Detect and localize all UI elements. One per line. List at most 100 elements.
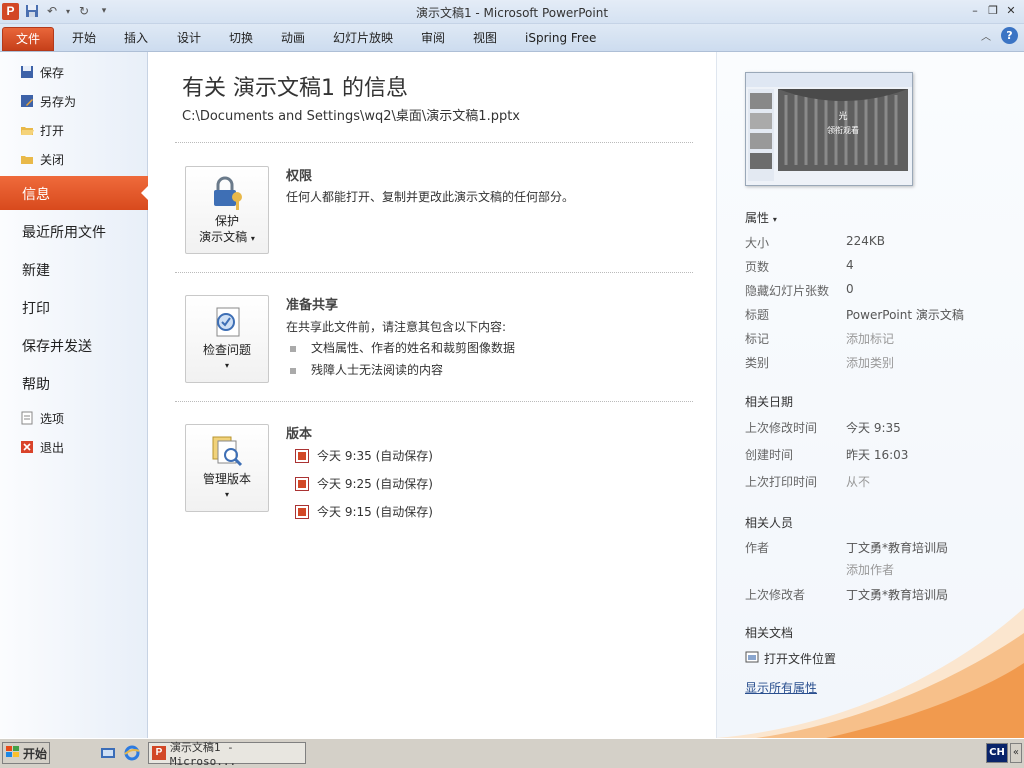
tab-transitions[interactable]: 切换	[223, 27, 259, 51]
divider	[175, 142, 693, 143]
nav-options[interactable]: 选项	[20, 407, 64, 429]
slide-thumbnail[interactable]: 光 领衔观看	[745, 72, 913, 186]
prop-key-last-modified-by: 上次修改者	[745, 588, 806, 602]
internet-explorer-icon[interactable]	[124, 745, 140, 761]
backstage-nav: 保存 另存为 打开 关闭 信息 最近所用文件 新建 打印 保存并发送 帮助 选项…	[0, 52, 149, 738]
related-documents-header: 相关文档	[745, 626, 794, 640]
prepare-bullet: 文档属性、作者的姓名和裁剪图像数据	[290, 339, 515, 356]
window-controls: – ❐ ✕	[968, 2, 1018, 18]
versions-title: 版本	[286, 427, 313, 442]
minimize-icon[interactable]: –	[968, 2, 982, 18]
version-label: 今天 9:15 (自动保存)	[317, 505, 433, 519]
windows-taskbar: 开始 P 演示文稿1 - Microso... CH «	[0, 738, 1024, 768]
check-issues-label: 检查问题	[202, 343, 251, 357]
nav-open[interactable]: 打开	[20, 119, 64, 141]
divider	[175, 272, 693, 273]
prop-value-created: 昨天 16:03	[846, 448, 909, 462]
info-main-panel: 有关 演示文稿1 的信息 C:\Documents and Settings\w…	[149, 52, 716, 738]
prop-key-author: 作者	[745, 541, 770, 555]
nav-help[interactable]: 帮助	[22, 374, 50, 394]
prop-key-modified: 上次修改时间	[745, 421, 818, 435]
close-folder-icon	[20, 152, 34, 166]
add-category-field[interactable]: 添加类别	[846, 354, 894, 371]
related-dates-header: 相关日期	[745, 395, 794, 409]
open-file-location-link[interactable]: 打开文件位置	[745, 650, 836, 667]
tab-home[interactable]: 开始	[66, 27, 102, 51]
help-icon[interactable]: ?	[1001, 27, 1018, 44]
title-bar: P ↶ ▾ ↻ ▾ 演示文稿1 - Microsoft PowerPoint –…	[0, 0, 1024, 24]
show-all-properties-link[interactable]: 显示所有属性	[745, 679, 817, 696]
minimize-ribbon-icon[interactable]: ︿	[981, 28, 991, 43]
version-item[interactable]: 今天 9:15 (自动保存)	[295, 503, 433, 520]
protect-label-1: 保护	[214, 214, 239, 228]
nav-open-label: 打开	[40, 123, 65, 138]
thumbnail-subtitle: 领衔观看	[827, 125, 859, 135]
prop-key-created: 创建时间	[745, 448, 794, 462]
prop-value-title[interactable]: PowerPoint 演示文稿	[846, 306, 964, 323]
show-desktop-icon[interactable]	[100, 745, 116, 761]
dropdown-arrow-icon: ▾	[250, 234, 255, 243]
tab-design[interactable]: 设计	[171, 27, 207, 51]
manage-versions-button[interactable]: 管理版本 ▾	[185, 424, 269, 512]
nav-info-label: 信息	[22, 187, 50, 203]
nav-options-label: 选项	[40, 411, 65, 426]
prepare-desc: 在共享此文件前，请注意其包含以下内容:	[286, 320, 507, 334]
tab-animations[interactable]: 动画	[275, 27, 311, 51]
prop-key-pages: 页数	[745, 260, 770, 274]
related-people-header: 相关人员	[745, 516, 794, 530]
nav-save-as-label: 另存为	[40, 94, 77, 109]
prop-value-modified: 今天 9:35	[846, 421, 901, 435]
prop-key-tags: 标记	[745, 332, 770, 346]
file-path: C:\Documents and Settings\wq2\桌面\演示文稿1.p…	[182, 109, 520, 124]
nav-save[interactable]: 保存	[20, 61, 64, 83]
lock-key-icon	[209, 175, 245, 211]
last-modified-by-name[interactable]: 丁文勇*教育培训局	[846, 586, 948, 603]
nav-recent[interactable]: 最近所用文件	[22, 222, 106, 242]
prop-value-printed: 从不	[846, 475, 871, 489]
tab-view[interactable]: 视图	[467, 27, 503, 51]
start-button[interactable]: 开始	[2, 742, 50, 764]
close-icon[interactable]: ✕	[1004, 2, 1018, 18]
page-title: 有关 演示文稿1 的信息	[182, 76, 408, 101]
properties-header[interactable]: 属性 ▾	[745, 209, 777, 226]
nav-save-send[interactable]: 保存并发送	[22, 336, 92, 356]
check-issues-button[interactable]: 检查问题 ▾	[185, 295, 269, 383]
tab-file[interactable]: 文件	[2, 27, 54, 51]
prepare-title: 准备共享	[286, 298, 339, 313]
permissions-title: 权限	[286, 169, 313, 184]
add-tags-field[interactable]: 添加标记	[846, 330, 894, 347]
ppt-file-icon	[295, 476, 309, 491]
tab-slideshow[interactable]: 幻灯片放映	[327, 27, 399, 51]
inspect-document-icon	[209, 304, 245, 340]
permissions-desc: 任何人都能打开、复制并更改此演示文稿的任何部分。	[286, 190, 575, 204]
nav-close[interactable]: 关闭	[20, 148, 64, 170]
powerpoint-taskbar-icon: P	[152, 746, 166, 760]
add-author-field[interactable]: 添加作者	[846, 561, 894, 578]
version-item[interactable]: 今天 9:35 (自动保存)	[295, 447, 433, 464]
tab-ispring[interactable]: iSpring Free	[519, 27, 602, 51]
version-item[interactable]: 今天 9:25 (自动保存)	[295, 475, 433, 492]
nav-new[interactable]: 新建	[22, 260, 50, 280]
tab-insert[interactable]: 插入	[118, 27, 154, 51]
tab-review[interactable]: 审阅	[415, 27, 451, 51]
nav-info[interactable]: 信息	[0, 176, 149, 210]
system-tray: CH «	[986, 743, 1022, 763]
taskbar-powerpoint-item[interactable]: P 演示文稿1 - Microso...	[148, 741, 306, 768]
open-folder-icon	[20, 123, 34, 137]
prop-key-hidden-slides: 隐藏幻灯片张数	[745, 284, 830, 298]
manage-versions-label: 管理版本	[202, 472, 251, 486]
author-name[interactable]: 丁文勇*教育培训局	[846, 539, 948, 556]
nav-print[interactable]: 打印	[22, 298, 50, 318]
restore-icon[interactable]: ❐	[986, 2, 1000, 18]
options-icon	[20, 411, 34, 425]
protect-presentation-button[interactable]: 保护 演示文稿 ▾	[185, 166, 269, 254]
prepare-bullet: 残障人士无法阅读的内容	[290, 361, 443, 378]
exit-icon	[20, 440, 34, 454]
input-language-indicator[interactable]: CH	[986, 743, 1008, 763]
nav-exit[interactable]: 退出	[20, 436, 64, 458]
nav-exit-label: 退出	[40, 440, 65, 455]
dropdown-arrow-icon: ▾	[224, 490, 229, 499]
window-title: 演示文稿1 - Microsoft PowerPoint	[415, 6, 609, 20]
nav-save-as[interactable]: 另存为	[20, 90, 76, 112]
tray-expand-icon[interactable]: «	[1009, 743, 1022, 763]
